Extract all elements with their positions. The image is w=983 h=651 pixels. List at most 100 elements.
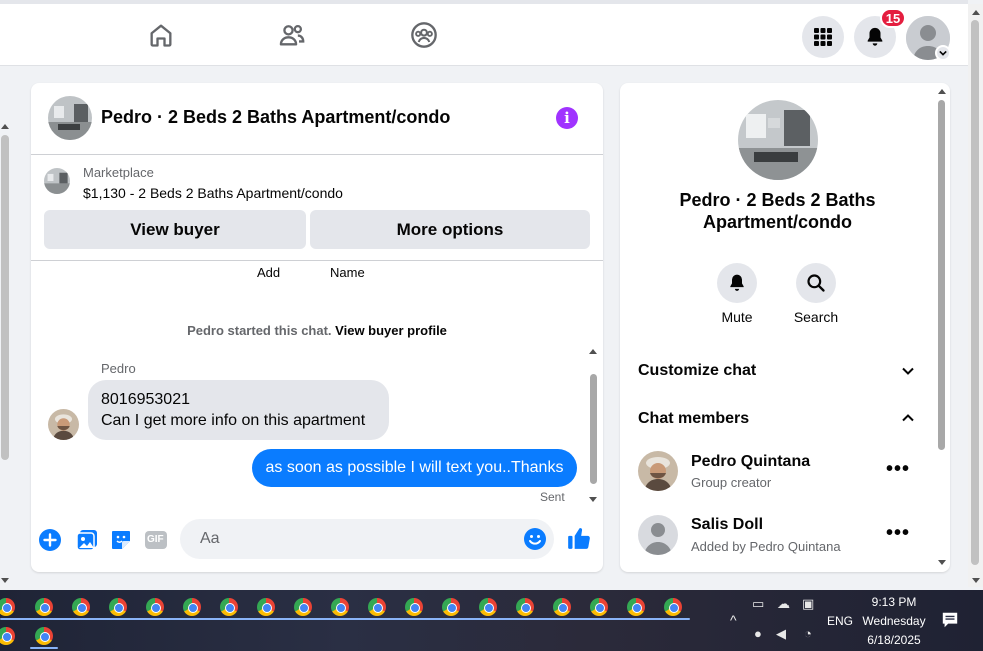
- chrome-window-icon[interactable]: [294, 598, 312, 616]
- chrome-window-icon[interactable]: [479, 598, 497, 616]
- bell-icon: [730, 274, 744, 291]
- message-input[interactable]: Aa: [180, 519, 554, 559]
- chrome-window-icon[interactable]: [331, 598, 349, 616]
- chrome-window-icon[interactable]: [146, 598, 164, 616]
- mute-label: Mute: [721, 309, 753, 325]
- chevron-down-icon[interactable]: [901, 364, 915, 378]
- like-icon[interactable]: [566, 525, 592, 551]
- chrome-window-icon[interactable]: [516, 598, 534, 616]
- chrome-window-icon[interactable]: [0, 627, 15, 645]
- view-buyer-profile-link[interactable]: View buyer profile: [335, 323, 447, 338]
- messages-scroll-down-icon[interactable]: [589, 497, 597, 502]
- chrome-window-icon[interactable]: [72, 598, 90, 616]
- microphone-icon[interactable]: ●: [754, 626, 762, 641]
- windows-taskbar: ▭ ☁ ▣ ^ ● ◀ ◔ ENG 9:13 PM Wednesday 6/18…: [0, 590, 983, 651]
- left-scroll-down-icon[interactable]: [1, 578, 9, 583]
- clock-day[interactable]: Wednesday: [860, 614, 928, 628]
- add-hint: Add: [257, 265, 281, 280]
- emoji-icon[interactable]: [523, 527, 547, 551]
- groups-icon[interactable]: [409, 20, 439, 50]
- people-icon[interactable]: [277, 20, 307, 50]
- message-list: Add Name Pedro started this chat. View b…: [31, 262, 603, 510]
- listing-price-title[interactable]: $1,130 - 2 Beds 2 Baths Apartment/condo: [83, 185, 343, 201]
- chrome-window-icon[interactable]: [590, 598, 608, 616]
- more-options-button[interactable]: More options: [310, 210, 590, 249]
- info-icon[interactable]: i: [556, 107, 578, 129]
- left-scroll-up-icon[interactable]: [1, 124, 9, 129]
- message-composer: GIF Aa: [31, 513, 603, 572]
- message-input-placeholder: Aa: [200, 530, 220, 547]
- menu-grid-button[interactable]: [802, 16, 844, 58]
- chrome-window-icon[interactable]: [627, 598, 645, 616]
- info-scrollbar-thumb[interactable]: [938, 100, 945, 450]
- left-scrollbar-thumb[interactable]: [1, 135, 9, 460]
- incoming-message-bubble[interactable]: 8016953021 Can I get more info on this a…: [88, 380, 389, 440]
- member-avatar-pedro[interactable]: [638, 451, 678, 491]
- search-icon: [807, 274, 825, 292]
- listing-large-avatar[interactable]: [738, 100, 818, 180]
- chrome-window-icon[interactable]: [0, 598, 15, 616]
- listing-avatar[interactable]: [48, 96, 92, 140]
- mute-button[interactable]: [717, 263, 757, 303]
- info-scroll-down-icon[interactable]: [938, 560, 946, 565]
- customize-chat-header[interactable]: Customize chat: [638, 362, 756, 380]
- chat-members-header[interactable]: Chat members: [638, 410, 749, 428]
- search-button[interactable]: [796, 263, 836, 303]
- wifi-icon[interactable]: ◔: [804, 626, 812, 641]
- page-scroll-down-icon[interactable]: [972, 578, 980, 583]
- sticker-icon[interactable]: [109, 528, 133, 552]
- notification-center-icon[interactable]: [941, 611, 959, 634]
- view-buyer-button[interactable]: View buyer: [44, 210, 306, 249]
- battery-icon[interactable]: ▭: [752, 596, 764, 612]
- more-options-icon[interactable]: •••: [886, 522, 910, 545]
- chrome-window-icon[interactable]: [35, 598, 53, 616]
- chrome-window-icon[interactable]: [35, 627, 53, 645]
- chrome-window-icon[interactable]: [183, 598, 201, 616]
- member-name[interactable]: Salis Doll: [691, 516, 763, 534]
- network-off-icon[interactable]: ☁: [777, 596, 790, 612]
- photo-icon[interactable]: [75, 528, 99, 552]
- chrome-window-icon[interactable]: [664, 598, 682, 616]
- home-icon[interactable]: [146, 20, 176, 50]
- gif-icon[interactable]: GIF: [144, 528, 168, 552]
- page-scrollbar-thumb[interactable]: [971, 20, 979, 565]
- clock-date[interactable]: 6/18/2025: [860, 633, 928, 647]
- chrome-window-icon[interactable]: [442, 598, 460, 616]
- messages-scrollbar-thumb[interactable]: [590, 374, 597, 484]
- marketplace-label: Marketplace: [83, 165, 154, 180]
- bell-icon: [867, 27, 883, 46]
- device-icon[interactable]: ▣: [802, 596, 814, 612]
- incoming-line-phone: 8016953021: [101, 391, 190, 408]
- plus-icon[interactable]: [38, 528, 62, 552]
- page-scroll-up-icon[interactable]: [972, 10, 980, 15]
- sender-avatar[interactable]: [48, 409, 79, 440]
- chrome-window-icon[interactable]: [368, 598, 386, 616]
- account-chevron-icon[interactable]: [935, 45, 951, 61]
- top-navigation-bar: 15: [0, 0, 968, 66]
- chat-header: Pedro · 2 Beds 2 Baths Apartment/condo i: [31, 83, 603, 155]
- member-name[interactable]: Pedro Quintana: [691, 453, 810, 471]
- volume-icon[interactable]: ◀: [776, 626, 786, 642]
- chat-started-notice: Pedro started this chat. View buyer prof…: [31, 323, 603, 338]
- chevron-up-icon[interactable]: ^: [730, 612, 737, 628]
- gif-label: GIF: [147, 534, 164, 545]
- outgoing-message-bubble[interactable]: as soon as possible I will text you..Tha…: [252, 449, 577, 487]
- listing-thumbnail[interactable]: [44, 168, 70, 194]
- chrome-window-icon[interactable]: [553, 598, 571, 616]
- language-indicator[interactable]: ENG: [827, 614, 853, 628]
- more-options-icon[interactable]: •••: [886, 458, 910, 481]
- chrome-window-icon[interactable]: [257, 598, 275, 616]
- clock-time[interactable]: 9:13 PM: [860, 595, 928, 609]
- chevron-up-icon[interactable]: [901, 411, 915, 425]
- notification-badge: 15: [880, 8, 906, 28]
- member-role: Added by Pedro Quintana: [691, 539, 841, 554]
- member-avatar-salis[interactable]: [638, 515, 678, 555]
- chat-title[interactable]: Pedro · 2 Beds 2 Baths Apartment/condo: [101, 107, 450, 128]
- chrome-window-icon[interactable]: [405, 598, 423, 616]
- info-scroll-up-icon[interactable]: [938, 89, 946, 94]
- chrome-window-icon[interactable]: [109, 598, 127, 616]
- started-text: Pedro started this chat.: [187, 323, 332, 338]
- chrome-window-icon[interactable]: [220, 598, 238, 616]
- messages-scroll-up-icon[interactable]: [589, 349, 597, 354]
- info-title: Pedro · 2 Beds 2 Baths Apartment/condo: [679, 190, 876, 232]
